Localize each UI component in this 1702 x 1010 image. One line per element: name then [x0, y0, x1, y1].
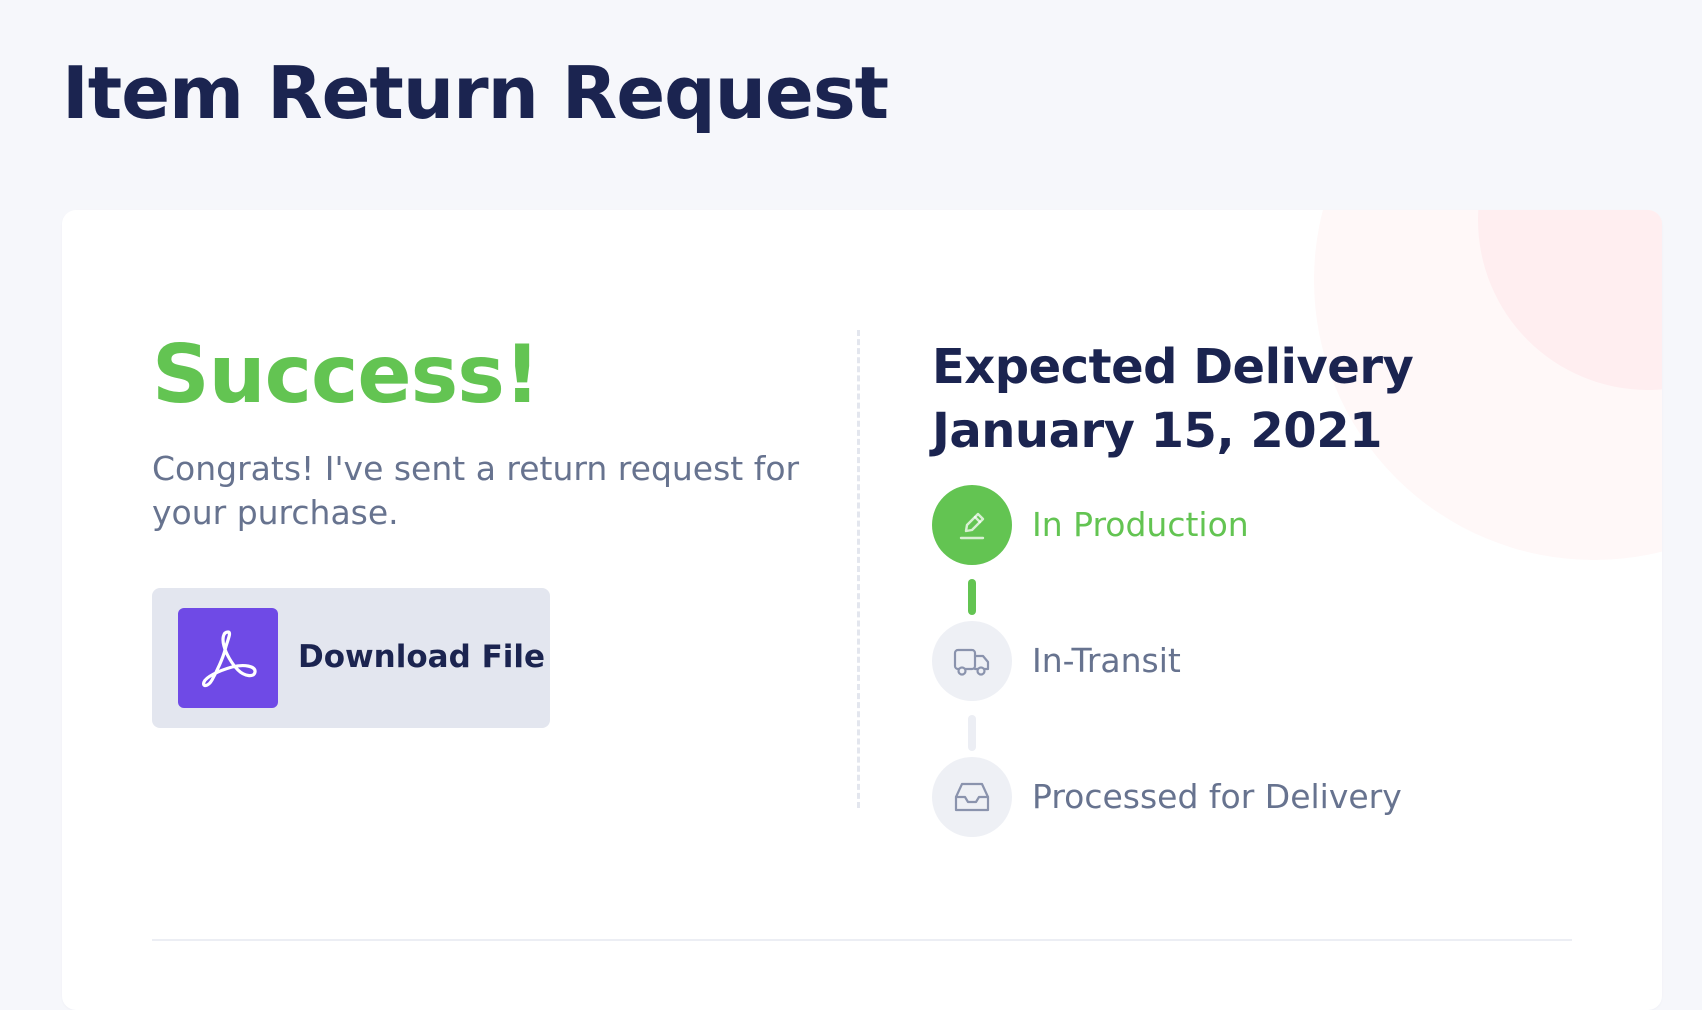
step-status-circle	[932, 621, 1012, 701]
return-request-card: Success! Congrats! I've sent a return re…	[62, 210, 1662, 1010]
step-label: In-Transit	[1032, 641, 1181, 680]
success-message: Congrats! I've sent a return request for…	[152, 449, 800, 532]
timeline-step-in-production: In Production	[932, 485, 1572, 565]
download-file-button[interactable]: Download File	[152, 588, 550, 728]
expected-delivery-heading: Expected Delivery January 15, 2021	[932, 335, 1572, 463]
download-file-label: Download File	[298, 639, 546, 675]
timeline-step-in-transit: In-Transit	[932, 621, 1572, 701]
step-label: In Production	[1032, 505, 1249, 544]
vertical-divider	[857, 330, 860, 808]
inbox-tray-icon	[954, 782, 990, 812]
timeline-connector	[968, 579, 976, 615]
success-heading: Success!	[152, 328, 540, 421]
pencil-icon	[959, 512, 985, 540]
step-label: Processed for Delivery	[1032, 777, 1402, 816]
expected-delivery-label: Expected Delivery	[932, 339, 1414, 395]
step-status-circle	[932, 757, 1012, 837]
expected-delivery-date: January 15, 2021	[932, 403, 1383, 459]
truck-icon	[953, 648, 990, 676]
pdf-file-icon	[178, 608, 278, 708]
section-divider	[152, 939, 1572, 941]
confirmation-panel: Success! Congrats! I've sent a return re…	[152, 328, 832, 728]
timeline-connector	[968, 715, 976, 751]
timeline-step-processed-for-delivery: Processed for Delivery	[932, 757, 1572, 837]
delivery-panel: Expected Delivery January 15, 2021 In Pr…	[932, 335, 1572, 837]
page-title: Item Return Request	[62, 51, 889, 135]
step-status-circle	[932, 485, 1012, 565]
